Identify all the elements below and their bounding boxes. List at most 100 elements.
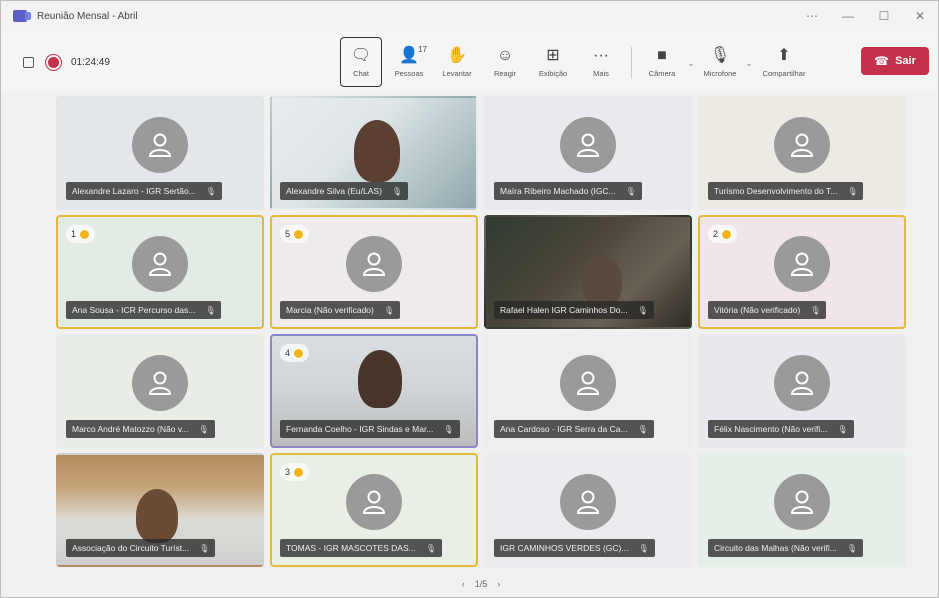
- chat-label: Chat: [353, 69, 369, 78]
- next-page-icon[interactable]: ›: [497, 579, 500, 589]
- raise-hand-label: Levantar: [442, 69, 472, 78]
- participant-name-label: Maíra Ribeiro Machado (IGC... 🎙: [494, 182, 642, 200]
- person-icon: [576, 133, 600, 157]
- meeting-info-icon[interactable]: [23, 56, 34, 68]
- camera-options-chevron-icon[interactable]: ⌄: [686, 37, 696, 89]
- raise-hand-button[interactable]: ✋ Levantar: [433, 37, 481, 87]
- participant-tile[interactable]: 3 TOMAS - IGR MASCOTES DAS... 🎙: [270, 453, 478, 567]
- video-feed: [354, 120, 400, 182]
- mic-icon: 🎙: [837, 424, 848, 434]
- participant-name-label: TOMAS - IGR MASCOTES DAS... 🎙: [280, 539, 442, 557]
- participant-name-label: Circuito das Malhas (Não verifi... 🎙: [708, 539, 863, 557]
- participant-tile[interactable]: Alexandre Lazaro - IGR Sertão... 🎙: [56, 96, 264, 210]
- person-icon: [148, 371, 172, 395]
- participant-tile[interactable]: Associação do Circuito Turíst... 🎙: [56, 453, 264, 567]
- participant-tile[interactable]: Marco André Matozzo (Não v... 🎙: [56, 334, 264, 448]
- person-icon: [362, 252, 386, 276]
- raised-hand-badge: 5: [280, 225, 310, 243]
- avatar: [774, 474, 830, 530]
- close-button[interactable]: ✕: [902, 1, 938, 31]
- mic-icon: 🎙: [205, 305, 216, 315]
- leave-label: Sair: [895, 55, 916, 67]
- raise-hand-icon: ✋: [447, 47, 467, 64]
- person-icon: [148, 252, 172, 276]
- person-icon: [362, 490, 386, 514]
- participant-tile[interactable]: 2 Vitória (Não verificado) 🎙: [698, 215, 906, 329]
- participant-tile[interactable]: 5 Marcia (Não verificado) 🎙: [270, 215, 478, 329]
- more-button[interactable]: ··· Mais: [577, 37, 625, 87]
- maximize-button[interactable]: ☐: [866, 1, 902, 31]
- participant-name-label: Vitória (Não verificado) 🎙: [708, 301, 827, 319]
- page-indicator: 1/5: [474, 579, 488, 589]
- person-icon: [790, 490, 814, 514]
- mic-icon: 🎙: [638, 543, 649, 553]
- participant-name-label: Rafael Halen IGR Caminhos Do... 🎙: [494, 301, 654, 319]
- participant-name: Ana Sousa - ICR Percurso das...: [72, 305, 196, 315]
- participant-name: Vitória (Não verificado): [714, 305, 801, 315]
- participant-tile[interactable]: Alexandre Silva (Eu/LAS) 🎙: [270, 96, 478, 210]
- more-options-icon[interactable]: ⋯: [794, 1, 830, 31]
- recording-icon: [48, 56, 59, 68]
- participant-tile[interactable]: 1 Ana Sousa - ICR Percurso das... 🎙: [56, 215, 264, 329]
- people-button[interactable]: 👤 17 Pessoas: [385, 37, 433, 87]
- participant-tile[interactable]: Circuito das Malhas (Não verifi... 🎙: [698, 453, 906, 567]
- camera-button[interactable]: ■ Câmera: [638, 37, 686, 87]
- raised-hand-order: 5: [285, 229, 291, 239]
- minimize-button[interactable]: —: [830, 1, 866, 31]
- participant-name-label: Ana Sousa - ICR Percurso das... 🎙: [66, 301, 222, 319]
- leave-button[interactable]: ☎ Sair: [861, 47, 929, 75]
- view-label: Exibição: [538, 69, 568, 78]
- video-feed: [136, 489, 178, 543]
- teams-meeting-window: Reunião Mensal - Abril ⋯ — ☐ ✕ 01:24:49 …: [0, 0, 939, 598]
- chat-icon: 🗨: [350, 47, 372, 64]
- mic-icon: 🎙: [637, 305, 648, 315]
- avatar: [560, 117, 616, 173]
- react-label: Reagir: [493, 69, 517, 78]
- participant-name: Fernanda Coelho - IGR Sindas e Mar...: [286, 424, 434, 434]
- participant-name: Ana Cardoso - IGR Serra da Ca...: [500, 424, 628, 434]
- share-button[interactable]: ⬆ Compartilhar: [754, 37, 814, 87]
- window-controls: ⋯ — ☐ ✕: [794, 1, 938, 31]
- raised-hand-badge: 2: [708, 225, 738, 243]
- mic-icon: 🎙: [625, 186, 636, 196]
- prev-page-icon[interactable]: ‹: [462, 579, 465, 589]
- avatar: [774, 355, 830, 411]
- mic-options-chevron-icon[interactable]: ⌄: [744, 37, 754, 89]
- participant-name: Circuito das Malhas (Não verifi...: [714, 543, 837, 553]
- participant-grid: Alexandre Lazaro - IGR Sertão... 🎙 Alexand…: [56, 96, 906, 568]
- participant-tile[interactable]: Rafael Halen IGR Caminhos Do... 🎙: [484, 215, 692, 329]
- raised-hand-order: 1: [71, 229, 77, 239]
- participant-name: Félix Nascimento (Não verifi...: [714, 424, 828, 434]
- avatar: [132, 117, 188, 173]
- avatar: [346, 474, 402, 530]
- participant-tile[interactable]: 4 Fernanda Coelho - IGR Sindas e Mar... 🎙: [270, 334, 478, 448]
- participant-tile[interactable]: IGR CAMINHOS VERDES (GC)... 🎙: [484, 453, 692, 567]
- mic-icon: 🎙: [847, 186, 858, 196]
- mic-icon: 🎙: [443, 424, 454, 434]
- participant-tile[interactable]: Félix Nascimento (Não verifi... 🎙: [698, 334, 906, 448]
- microphone-button[interactable]: 🎙 Microfone: [696, 37, 744, 87]
- react-button[interactable]: ☺ Reagir: [481, 37, 529, 87]
- mic-icon: 🎙: [391, 186, 403, 196]
- participant-tile[interactable]: Maíra Ribeiro Machado (IGC... 🎙: [484, 96, 692, 210]
- participant-name: Associação do Circuito Turíst...: [72, 543, 190, 553]
- title-bar: Reunião Mensal - Abril ⋯ — ☐ ✕: [1, 1, 938, 31]
- participant-name: Rafael Halen IGR Caminhos Do...: [500, 305, 628, 315]
- participant-name: IGR CAMINHOS VERDES (GC)...: [500, 543, 629, 553]
- person-icon: [576, 371, 600, 395]
- participant-name-label: Ana Cardoso - IGR Serra da Ca... 🎙: [494, 420, 654, 438]
- participant-name-label: Félix Nascimento (Não verifi... 🎙: [708, 420, 854, 438]
- participant-name: Marco André Matozzo (Não v...: [72, 424, 189, 434]
- participant-tile[interactable]: Ana Cardoso - IGR Serra da Ca... 🎙: [484, 334, 692, 448]
- emoji-icon: ☺: [496, 47, 514, 64]
- raise-hand-icon: [293, 347, 305, 359]
- mic-icon: 🎙: [198, 424, 209, 434]
- raised-hand-badge: 3: [280, 463, 310, 481]
- participant-tile[interactable]: Turismo Desenvolvimento do T... 🎙: [698, 96, 906, 210]
- person-icon: [148, 133, 172, 157]
- share-label: Compartilhar: [762, 69, 806, 78]
- view-button[interactable]: ⊞ Exibição: [529, 37, 577, 87]
- video-feed: [358, 350, 402, 408]
- raise-hand-icon: [721, 228, 733, 240]
- chat-button[interactable]: 🗨 Chat: [340, 37, 382, 87]
